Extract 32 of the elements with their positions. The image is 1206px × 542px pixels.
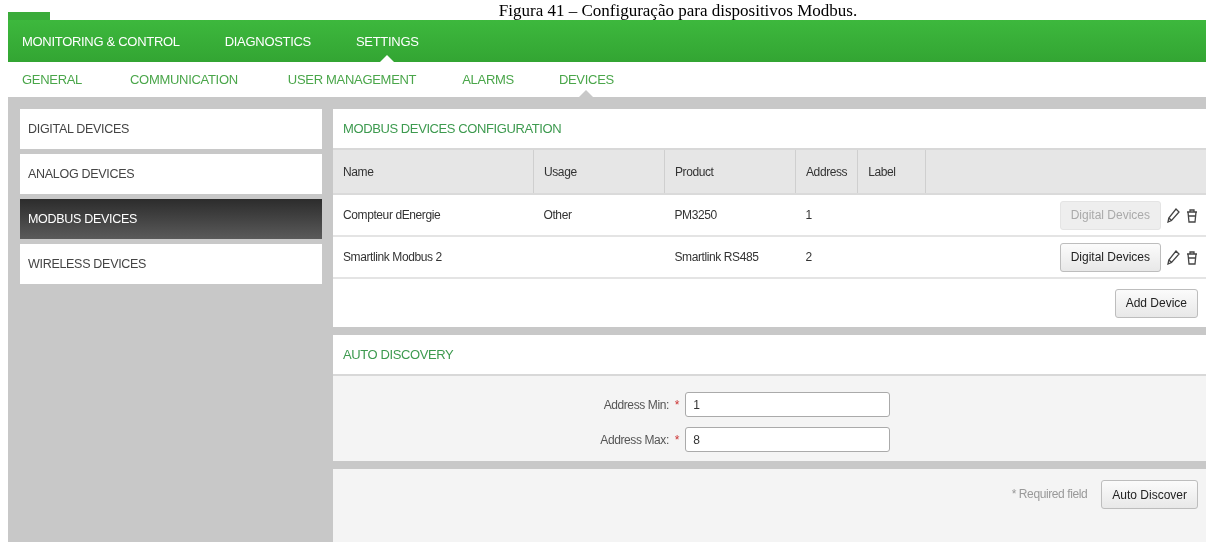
field-label: Address Min: xyxy=(602,397,669,412)
table-cell: Smartlink RS485 xyxy=(674,250,759,264)
add-device-button[interactable]: Add Device xyxy=(1114,288,1198,318)
input-field[interactable]: 1 xyxy=(685,392,891,417)
required-mark: * xyxy=(674,397,680,412)
input-field[interactable]: 8 xyxy=(685,427,891,452)
column-header: Name xyxy=(333,150,534,194)
tab-flag xyxy=(8,12,50,20)
trash-icon[interactable] xyxy=(1186,249,1198,265)
column-header: Usage xyxy=(533,150,665,194)
sidebar-item[interactable]: MODBUS DEVICES xyxy=(20,199,322,239)
table-cell: PM3250 xyxy=(674,208,717,222)
sidebar-item[interactable]: ANALOG DEVICES xyxy=(20,154,322,194)
column-header: Label xyxy=(857,150,926,194)
column-header: Address xyxy=(795,150,858,194)
trash-icon[interactable] xyxy=(1186,207,1198,223)
table-cell: 1 xyxy=(805,208,812,222)
digital-devices-button[interactable]: Digital Devices xyxy=(1059,242,1161,272)
pencil-icon[interactable] xyxy=(1167,207,1180,223)
required-note: * Required field xyxy=(1011,486,1088,503)
auto-discover-button[interactable]: Auto Discover xyxy=(1101,480,1198,509)
sidebar-item[interactable]: DIGITAL DEVICES xyxy=(20,109,322,149)
pencil-icon[interactable] xyxy=(1167,249,1180,265)
figure-caption: Figura 41 – Configuração para dispositivos Modbus. xyxy=(498,2,858,20)
field-label: Address Max: xyxy=(599,432,669,447)
table-cell: Smartlink Modbus 2 xyxy=(343,250,442,264)
required-mark: * xyxy=(674,432,680,447)
sidebar-item[interactable]: WIRELESS DEVICES xyxy=(20,244,322,284)
table-cell: Other xyxy=(543,208,572,222)
table-cell: Compteur dEnergie xyxy=(343,208,441,222)
table-cell: 2 xyxy=(805,250,812,264)
column-header: Product xyxy=(664,150,796,194)
